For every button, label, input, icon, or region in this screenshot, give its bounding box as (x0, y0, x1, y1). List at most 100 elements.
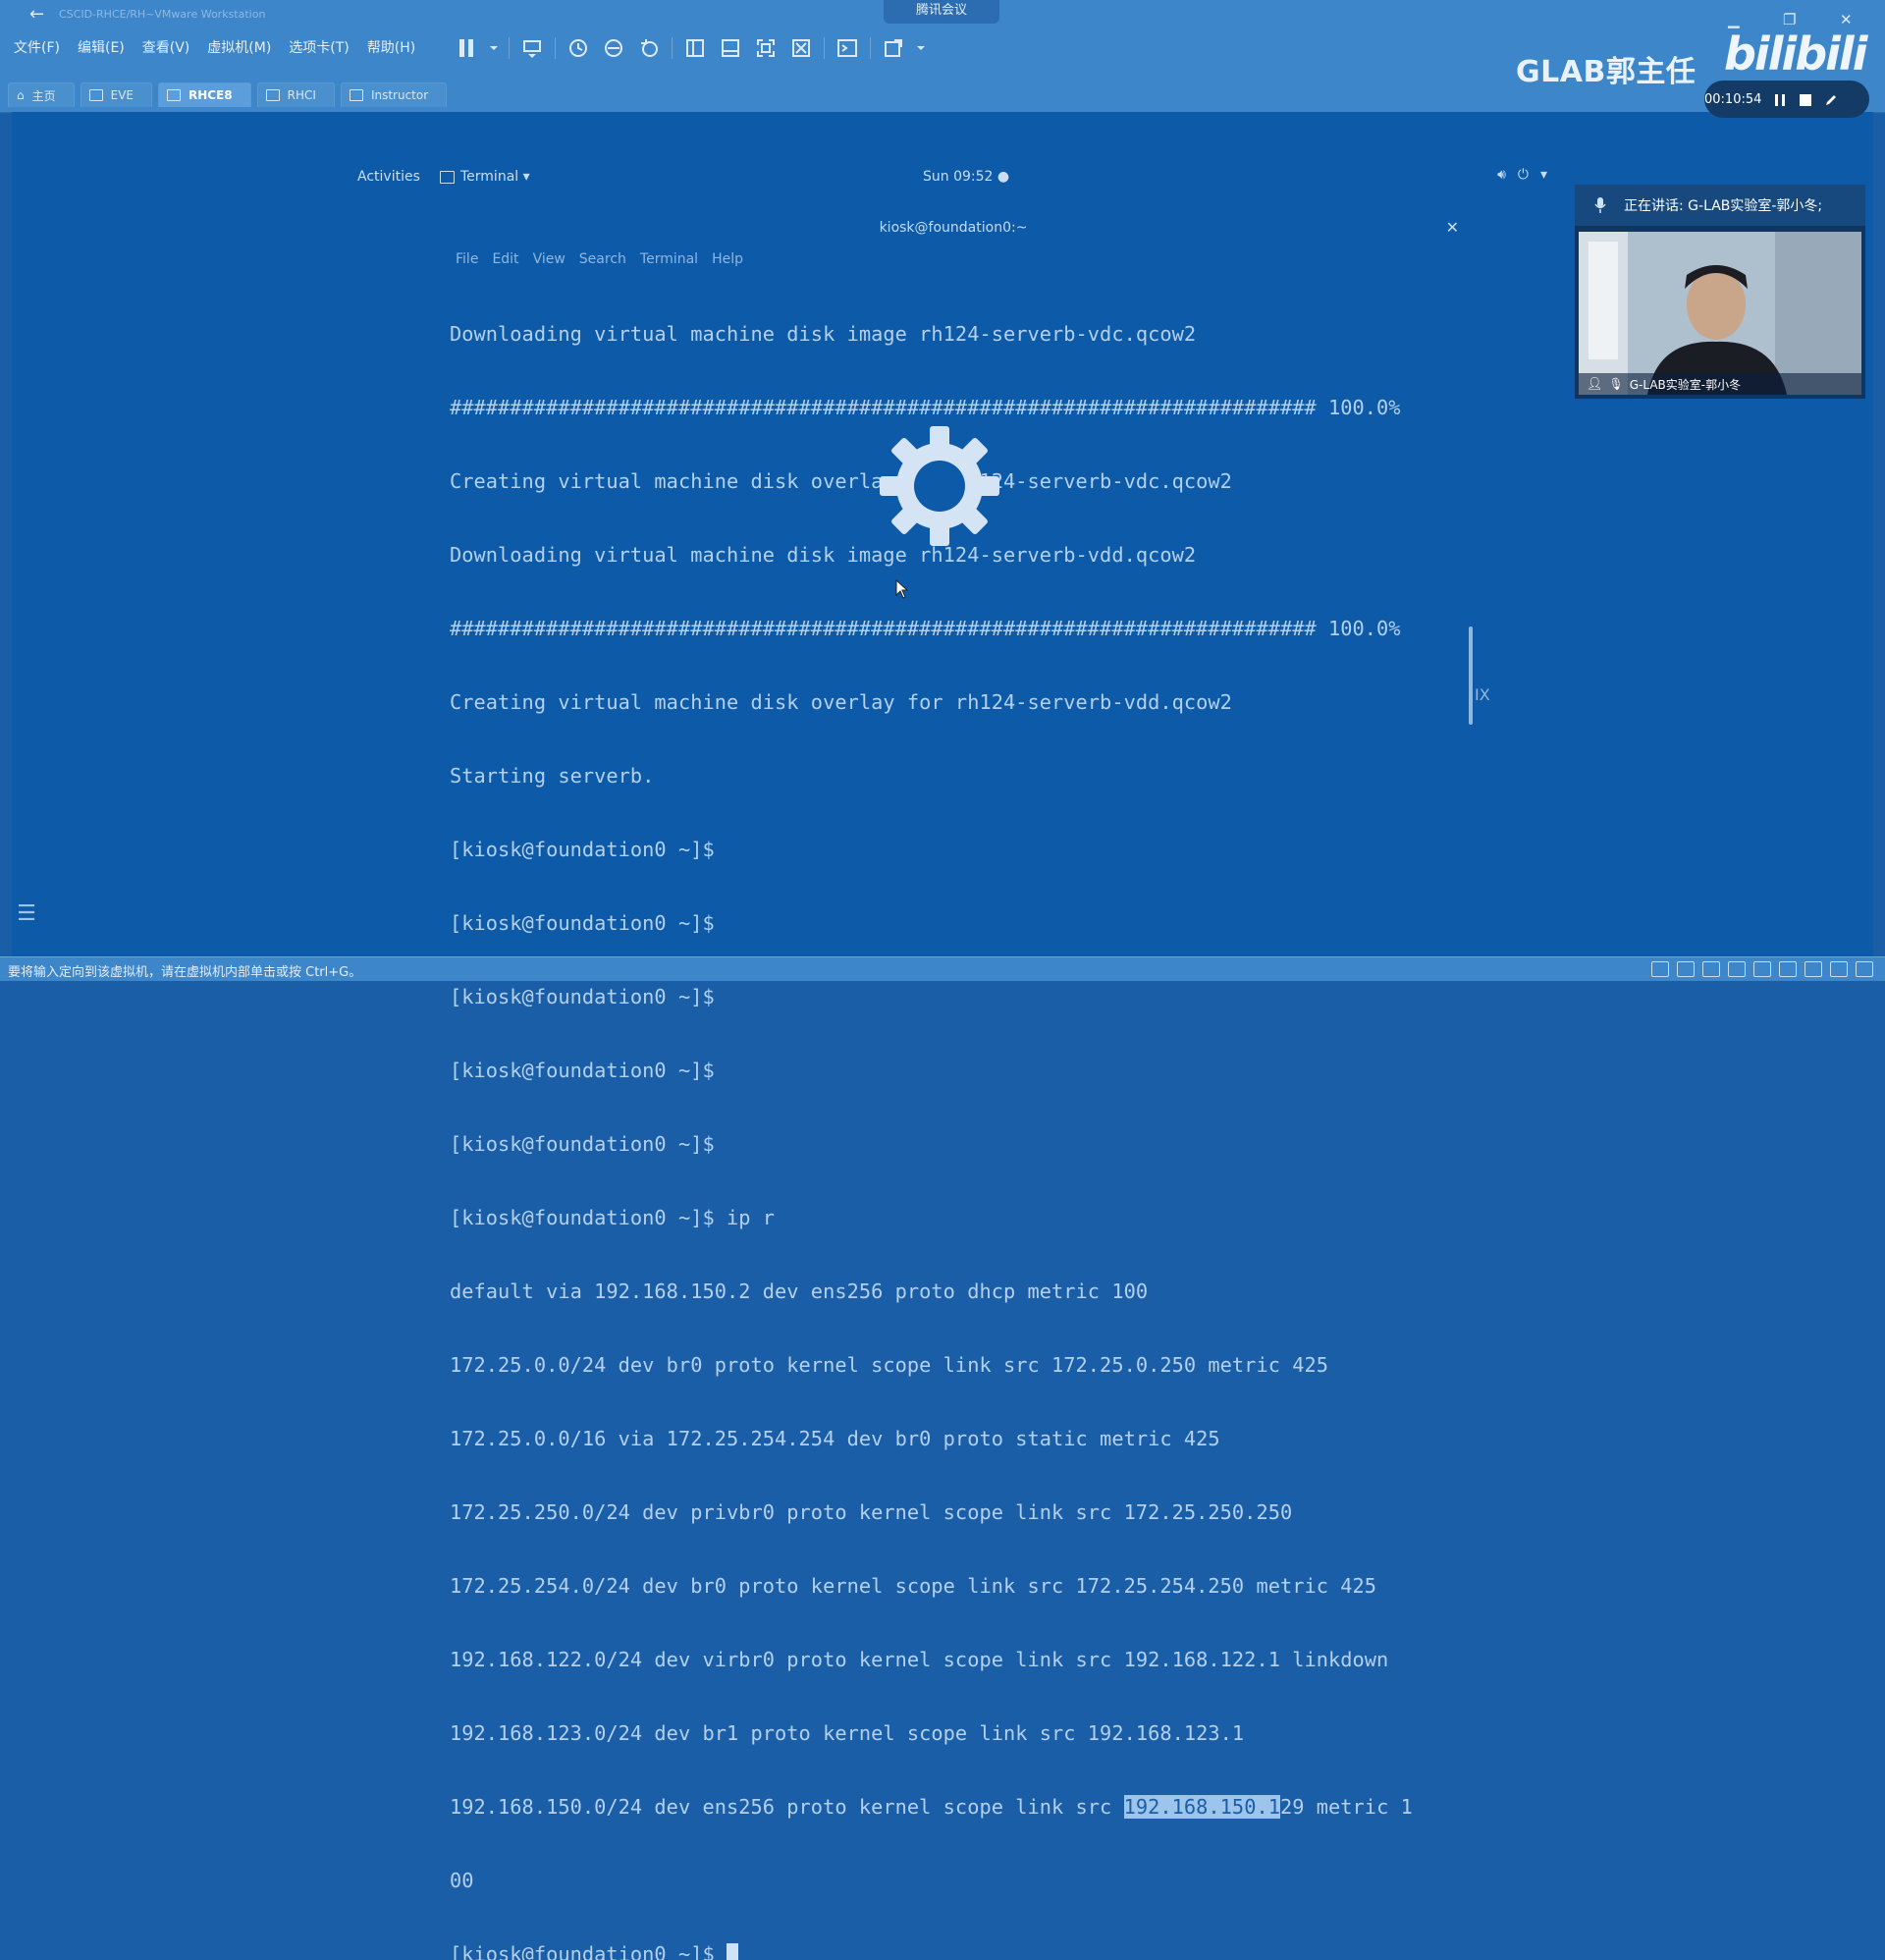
list-icon[interactable]: ☰ (12, 901, 41, 937)
menu-tabs[interactable]: 选项卡(T) (289, 37, 349, 57)
settings-gear-icon (876, 422, 1003, 550)
toolbar (454, 35, 936, 61)
window-title: CSCID-RHCE/RH~VMware Workstation (59, 8, 266, 21)
status-hint: 要将输入定向到该虚拟机，请在虚拟机内部单击或按 Ctrl+G。 (8, 965, 362, 980)
chevron-down-icon: ▾ (1539, 167, 1547, 183)
tab-eve[interactable]: EVE (80, 82, 153, 107)
terminal-line: [kiosk@foundation0 ~]$ (450, 911, 715, 935)
menu-edit[interactable]: 编辑(E) (78, 37, 125, 57)
close-icon[interactable]: ✕ (1840, 12, 1853, 27)
toolbar-divider (824, 37, 825, 59)
text-cursor (727, 1943, 738, 1960)
menu-view[interactable]: 查看(V) (142, 37, 190, 57)
terminal-line: 172.25.250.0/24 dev privbr0 proto kernel… (450, 1500, 1293, 1524)
terminal-menu-edit[interactable]: Edit (492, 251, 518, 267)
webcam-feed[interactable]: 👤︎ 🎙︎ G-LAB实验室-郭小冬 (1579, 232, 1861, 395)
terminal-menu-search[interactable]: Search (579, 251, 626, 267)
system-tray[interactable]: 🔊︎ ⏻ ▾ (1497, 167, 1547, 183)
revert-snapshot-icon[interactable] (601, 36, 626, 60)
tab-label: 主页 (31, 88, 56, 103)
app-menu-label: Terminal ▾ (460, 169, 530, 185)
pause-icon[interactable] (454, 36, 479, 60)
terminal-line: [kiosk@foundation0 ~]$ (450, 1059, 715, 1082)
terminal-menu-file[interactable]: File (456, 251, 478, 267)
usb-icon[interactable] (1753, 961, 1771, 977)
status-bar: 要将输入定向到该虚拟机，请在虚拟机内部单击或按 Ctrl+G。 (0, 956, 1885, 981)
terminal-icon (440, 170, 455, 184)
terminal-menu-help[interactable]: Help (712, 251, 743, 267)
tab-instructor[interactable]: Instructor (340, 82, 448, 107)
clock[interactable]: Sun 09:52 ● (923, 169, 1009, 185)
printer-icon[interactable] (1804, 961, 1822, 977)
app-menu[interactable]: Terminal ▾ (440, 169, 530, 185)
terminal-line: 192.168.122.0/24 dev virbr0 proto kernel… (450, 1648, 1389, 1671)
minimize-icon[interactable]: ▁ (1728, 12, 1740, 27)
back-arrow-icon[interactable]: ← (29, 6, 51, 24)
terminal-menu: File Edit View Search Terminal Help (456, 251, 757, 267)
selection-highlight: 192.168.150.1 (1123, 1795, 1280, 1819)
terminal-menu-terminal[interactable]: Terminal (640, 251, 698, 267)
tab-rhce8[interactable]: RHCE8 (158, 82, 251, 107)
terminal-line: 172.25.0.0/16 via 172.25.254.254 dev br0… (450, 1427, 1220, 1450)
fullscreen-icon[interactable] (753, 36, 779, 60)
title-bar: ← CSCID-RHCE/RH~VMware Workstation 腾讯会议 … (0, 0, 1885, 29)
snapshot-icon[interactable] (566, 36, 591, 60)
stretch-icon[interactable] (881, 36, 906, 60)
menu-help[interactable]: 帮助(H) (367, 37, 415, 57)
terminal-line: 172.25.254.0/24 dev br0 proto kernel sco… (450, 1574, 1377, 1598)
sound-icon[interactable] (1779, 961, 1797, 977)
tab-home[interactable]: ⌂ 主页 (8, 82, 75, 107)
recording-controls: 00:10:54 (1704, 81, 1869, 118)
watermark-glab: GLAB郭主任 (1516, 55, 1696, 89)
speaking-text: 正在讲话: G-LAB实验室-郭小冬; (1624, 198, 1823, 214)
snapshot-manager-icon[interactable] (636, 36, 662, 60)
terminal-line: Creating virtual machine disk overlay fo… (450, 690, 1232, 714)
tab-label: EVE (110, 88, 135, 102)
pen-icon[interactable] (1824, 92, 1838, 106)
terminal-line: default via 192.168.150.2 dev ens256 pro… (450, 1279, 1149, 1303)
meeting-badge[interactable]: 腾讯会议 (884, 0, 999, 24)
library-icon[interactable] (682, 36, 708, 60)
gnome-top-bar: Activities Terminal ▾ Sun 09:52 ● 🔊︎ ⏻ ▾ (338, 161, 1571, 192)
terminal-line: 192.168.123.0/24 dev br1 proto kernel sc… (450, 1721, 1245, 1745)
tab-label: RHCE8 (188, 88, 233, 102)
activities-button[interactable]: Activities (357, 169, 420, 185)
vm-tabs: ⌂ 主页 EVE RHCE8 RHCI Instructor (8, 82, 453, 108)
network-icon[interactable] (1728, 961, 1746, 977)
terminal-line: 00 (450, 1869, 474, 1892)
terminal-line: ########################################… (450, 396, 1401, 419)
toolbar-divider (555, 37, 556, 59)
chevron-down-icon[interactable] (916, 36, 926, 60)
restore-icon[interactable]: ❐ (1783, 12, 1796, 27)
chevron-down-icon[interactable] (489, 36, 499, 60)
stop-icon[interactable] (1799, 92, 1812, 106)
pause-icon[interactable] (1773, 92, 1787, 106)
network-icon[interactable] (1702, 961, 1720, 977)
terminal-line: Starting serverb. (450, 764, 655, 788)
tab-label: Instructor (370, 88, 429, 102)
menu-file[interactable]: 文件(F) (14, 37, 60, 57)
thumbnail-icon[interactable] (718, 36, 743, 60)
vm-icon (349, 89, 363, 101)
mouse-pointer-icon (895, 578, 909, 599)
console-icon[interactable] (835, 36, 860, 60)
user-icon: 👤︎ (1587, 376, 1603, 392)
unity-icon[interactable] (788, 36, 814, 60)
send-keys-icon[interactable] (519, 36, 545, 60)
watermark-bilibili: bilibili (1724, 27, 1867, 81)
tab-rhci[interactable]: RHCI (256, 82, 335, 107)
route-text: 29 metric 1 (1279, 1795, 1413, 1819)
menu-vm[interactable]: 虚拟机(M) (207, 37, 271, 57)
display-icon[interactable] (1830, 961, 1848, 977)
hdd-icon[interactable] (1651, 961, 1669, 977)
terminal-menu-view[interactable]: View (533, 251, 566, 267)
terminal-scrollbar[interactable] (1469, 626, 1473, 725)
recording-time: 00:10:54 (1704, 91, 1762, 107)
tab-label: RHCI (287, 88, 316, 102)
close-icon[interactable]: ✕ (1446, 218, 1459, 237)
volume-icon: 🔊︎ (1497, 167, 1506, 183)
cd-icon[interactable] (1677, 961, 1695, 977)
message-icon[interactable] (1856, 961, 1873, 977)
vm-icon (167, 89, 182, 101)
home-icon: ⌂ (17, 88, 25, 102)
